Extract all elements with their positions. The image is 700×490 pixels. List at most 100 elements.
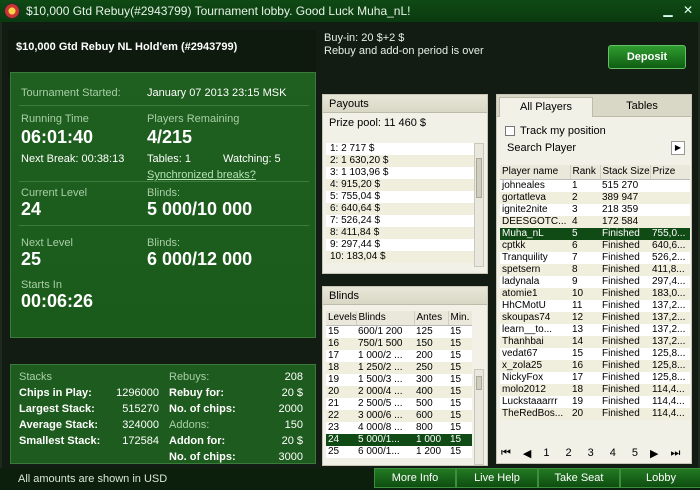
tab-all-players[interactable]: All Players (499, 97, 593, 117)
player-row-cell: Finished (600, 287, 650, 300)
blinds-row[interactable]: 21 2 500/5 ... 500 15 (326, 397, 472, 410)
player-row[interactable]: Tranquility 7 Finished 526,2... (500, 251, 690, 264)
track-position-label: Track my position (520, 125, 606, 137)
more-info-button[interactable]: More Info (374, 468, 456, 488)
blinds-row[interactable]: 17 1 000/2 ... 200 15 (326, 349, 472, 362)
player-row-cell: 11 (570, 299, 600, 312)
blinds-header-0[interactable]: Levels (326, 311, 357, 326)
blinds-row[interactable]: 23 4 000/8 ... 800 15 (326, 421, 472, 434)
player-row[interactable]: atomie1 10 Finished 183,0... (500, 287, 690, 300)
player-row[interactable]: Thanhbai 14 Finished 137,2... (500, 335, 690, 348)
player-row-cell: Tranquility (500, 251, 570, 264)
last-page-icon[interactable]: ⏭ (670, 447, 680, 460)
next-blinds-label: Blinds: (147, 237, 181, 249)
blinds-row[interactable]: 19 1 500/3 ... 300 15 (326, 373, 472, 386)
take-seat-button[interactable]: Take Seat (538, 468, 620, 488)
close-icon[interactable]: ✕ (680, 3, 696, 19)
player-row-cell: 7 (570, 251, 600, 264)
tab-tables[interactable]: Tables (595, 97, 689, 115)
blinds-row-cell: 15 (448, 433, 472, 446)
average-stack-value: 324000 (122, 418, 159, 431)
blinds-row[interactable]: 24 5 000/1... 1 000 15 (326, 433, 472, 446)
player-row-cell: 14 (570, 335, 600, 348)
player-row[interactable]: Luckstaaarrr 19 Finished 114,4... (500, 395, 690, 408)
blinds-row[interactable]: 16 750/1 500 150 15 (326, 337, 472, 350)
track-position-checkbox[interactable] (505, 126, 515, 136)
player-row-cell: Finished (600, 311, 650, 324)
payouts-scrollbar[interactable] (474, 143, 484, 267)
payouts-panel: Payouts Prize pool: 11 460 $ 1: 2 717 $2… (322, 94, 488, 274)
blinds-row-cell: 23 (326, 421, 356, 434)
player-row-cell: 18 (570, 383, 600, 396)
currency-note: All amounts are shown in USD (18, 473, 168, 485)
page-link[interactable]: 4 (610, 447, 616, 459)
player-row[interactable]: learn__to... 13 Finished 137,2... (500, 323, 690, 336)
player-row-cell: Finished (600, 323, 650, 336)
starts-in-value: 00:06:26 (21, 291, 94, 311)
player-row-cell: Finished (600, 359, 650, 372)
player-row[interactable]: vedat67 15 Finished 125,8... (500, 347, 690, 360)
blinds-row[interactable]: 20 2 000/4 ... 400 15 (326, 385, 472, 398)
minimize-icon[interactable]: ▁ (660, 3, 676, 19)
players-header-1[interactable]: Rank (570, 165, 601, 180)
player-row-cell: Thanhbai (500, 335, 570, 348)
search-player-input[interactable]: Search Player (503, 141, 669, 155)
blinds-header-2[interactable]: Antes (414, 311, 449, 326)
player-row[interactable]: x_zola25 16 Finished 125,8... (500, 359, 690, 372)
blinds-row-cell: 250 (414, 361, 448, 374)
deposit-button[interactable]: Deposit (608, 45, 686, 69)
player-row[interactable]: NickyFox 17 Finished 125,8... (500, 371, 690, 384)
player-row-cell: atomie1 (500, 287, 570, 300)
player-row[interactable]: DEESGOTC... 4 172 584 (500, 215, 690, 228)
player-row-cell: 20 (570, 407, 600, 420)
player-row[interactable]: ignite2nite 3 218 359 (500, 203, 690, 216)
blinds-row-cell: 150 (414, 337, 448, 350)
player-row-cell: Finished (600, 371, 650, 384)
player-row-cell: 114,4... (650, 407, 690, 420)
player-row[interactable]: gortatleva 2 389 947 (500, 191, 690, 204)
blinds-row-cell: 1 250/2 ... (356, 361, 414, 374)
first-page-icon[interactable]: ⏮ (501, 447, 511, 460)
player-row[interactable]: molo2012 18 Finished 114,4... (500, 383, 690, 396)
page-link[interactable]: 1 (543, 447, 549, 459)
next-blinds-value: 6 000/12 000 (147, 249, 253, 269)
live-help-button[interactable]: Live Help (456, 468, 538, 488)
prev-page-icon[interactable]: ◀ (523, 447, 531, 460)
player-row[interactable]: ladynala 9 Finished 297,4... (500, 275, 690, 288)
blinds-row[interactable]: 25 6 000/1... 1 200 15 (326, 445, 472, 458)
page-link[interactable]: 5 (632, 447, 638, 459)
next-page-icon[interactable]: ▶ (650, 447, 658, 460)
blinds-header-1[interactable]: Blinds (356, 311, 415, 326)
blinds-row[interactable]: 18 1 250/2 ... 250 15 (326, 361, 472, 374)
started-value: January 07 2013 23:15 MSK (147, 87, 287, 99)
started-label: Tournament Started: (21, 87, 121, 99)
blinds-row-cell: 22 (326, 409, 356, 422)
lobby-button[interactable]: Lobby (620, 468, 700, 488)
addon-for-value: 20 $ (281, 434, 303, 447)
players-header-3[interactable]: Prize (650, 165, 690, 180)
player-row[interactable]: johneales 1 515 270 (500, 179, 690, 192)
blinds-row[interactable]: 22 3 000/6 ... 600 15 (326, 409, 472, 422)
player-row-cell: skoupas74 (500, 311, 570, 324)
player-row[interactable]: Muha_nL 5 Finished 755,0... (500, 227, 690, 240)
blinds-header-3[interactable]: Min. (448, 311, 472, 326)
player-row-cell: Muha_nL (500, 227, 570, 240)
current-blinds-value: 5 000/10 000 (147, 199, 253, 219)
players-header-2[interactable]: Stack Size (600, 165, 651, 180)
player-row[interactable]: HhCMotU 11 Finished 137,2... (500, 299, 690, 312)
synchronized-breaks-link[interactable]: Synchronized breaks? (147, 169, 256, 181)
blinds-scrollbar[interactable] (474, 369, 484, 465)
page-link[interactable]: 3 (588, 447, 594, 459)
blinds-row[interactable]: 15 600/1 200 125 15 (326, 325, 472, 338)
players-header-0[interactable]: Player name (500, 165, 571, 180)
search-arrow-icon[interactable]: ▶ (671, 141, 685, 155)
player-row[interactable]: skoupas74 12 Finished 137,2... (500, 311, 690, 324)
page-link[interactable]: 2 (566, 447, 572, 459)
player-row-cell (650, 191, 690, 204)
player-row[interactable]: TheRedBos... 20 Finished 114,4... (500, 407, 690, 420)
player-row-cell: 6 (570, 239, 600, 252)
blinds-row-cell: 300 (414, 373, 448, 386)
tournament-title: $10,000 Gtd Rebuy NL Hold'em (#2943799) (8, 30, 316, 78)
player-row[interactable]: cptkk 6 Finished 640,6... (500, 239, 690, 252)
player-row[interactable]: spetsern 8 Finished 411,8... (500, 263, 690, 276)
